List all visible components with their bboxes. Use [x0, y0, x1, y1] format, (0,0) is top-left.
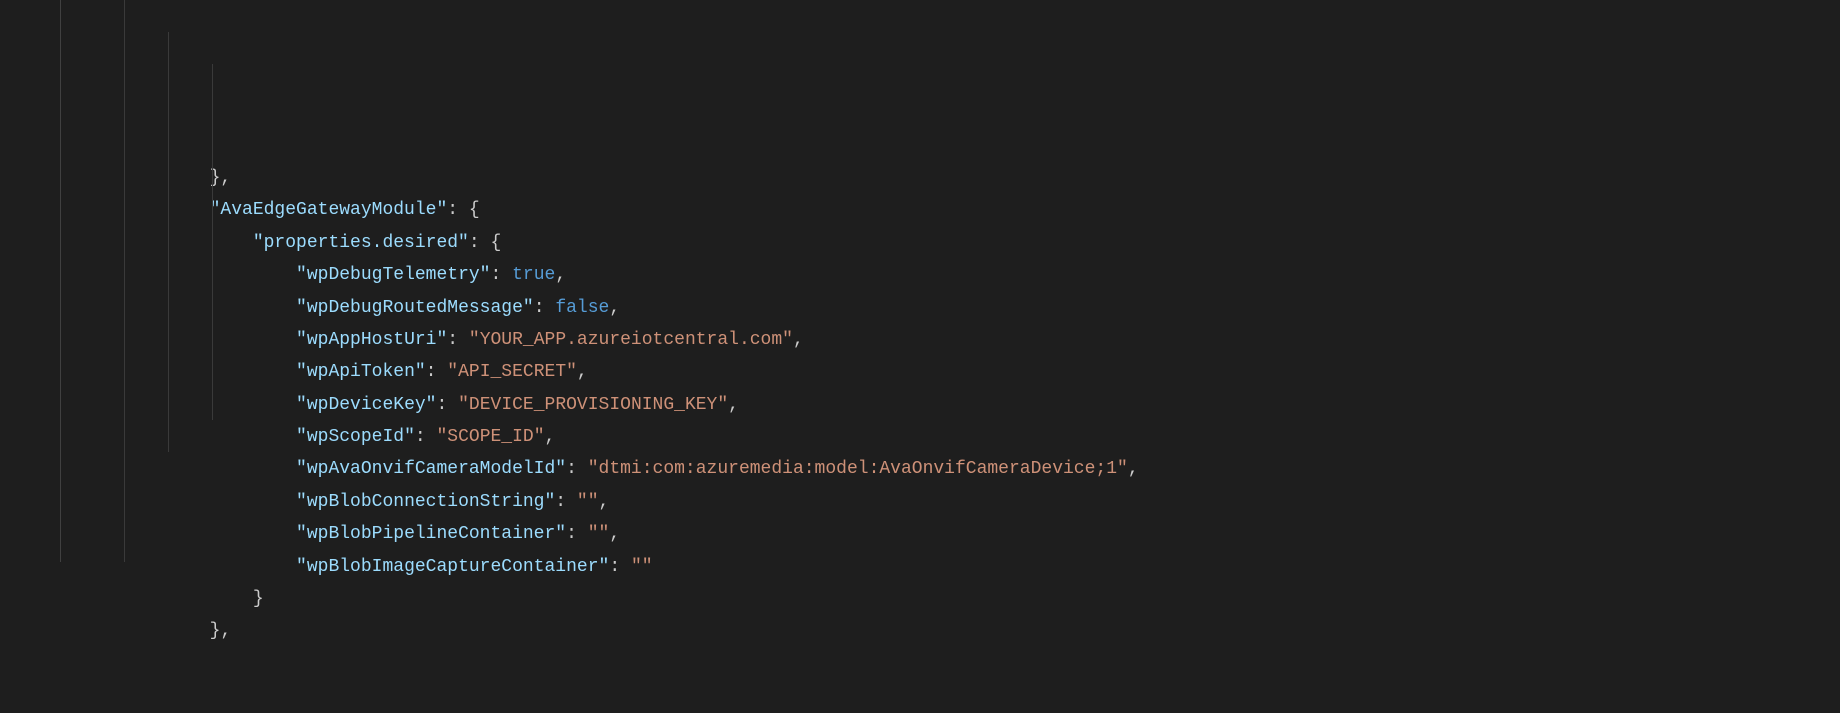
json-value-bool: false [555, 298, 609, 318]
indent-guide-line [212, 64, 213, 420]
json-value-string: "SCOPE_ID" [437, 427, 545, 447]
closing-brace: } [253, 589, 264, 609]
code-line[interactable]: "wpAppHostUri": "YOUR_APP.azureiotcentra… [80, 324, 1840, 356]
json-value-string: "" [577, 492, 599, 512]
json-value-string: "dtmi:com:azuremedia:model:AvaOnvifCamer… [588, 459, 1128, 479]
json-key-properties-desired: "properties.desired" [253, 233, 469, 253]
code-editor[interactable]: }, "AvaEdgeGatewayModule": { "properties… [0, 0, 1840, 562]
closing-brace: } [210, 621, 221, 641]
json-key: "wpDeviceKey" [296, 395, 436, 415]
json-key: "wpDebugTelemetry" [296, 265, 490, 285]
json-key: "wpAppHostUri" [296, 330, 447, 350]
json-value-bool: true [512, 265, 555, 285]
editor-gutter [0, 0, 60, 562]
code-line[interactable]: "wpBlobPipelineContainer": "", [80, 518, 1840, 550]
code-line[interactable]: } [80, 583, 1840, 615]
code-line[interactable]: }, [80, 615, 1840, 647]
json-key-module: "AvaEdgeGatewayModule" [210, 200, 448, 220]
code-line[interactable]: "wpApiToken": "API_SECRET", [80, 356, 1840, 388]
indent-guide-line [168, 32, 169, 452]
code-line[interactable]: "wpDebugTelemetry": true, [80, 259, 1840, 291]
code-line[interactable]: "AvaEdgeGatewayModule": { [80, 194, 1840, 226]
json-value-string: "YOUR_APP.azureiotcentral.com" [469, 330, 793, 350]
json-value-string: "API_SECRET" [447, 362, 577, 382]
code-line[interactable]: "wpAvaOnvifCameraModelId": "dtmi:com:azu… [80, 453, 1840, 485]
code-line[interactable]: "wpBlobImageCaptureContainer": "" [80, 551, 1840, 583]
code-line[interactable]: "wpBlobConnectionString": "", [80, 486, 1840, 518]
json-key: "wpDebugRoutedMessage" [296, 298, 534, 318]
json-key: "wpScopeId" [296, 427, 415, 447]
json-key: "wpAvaOnvifCameraModelId" [296, 459, 566, 479]
json-key: "wpApiToken" [296, 362, 426, 382]
code-line[interactable]: "wpDebugRoutedMessage": false, [80, 292, 1840, 324]
json-value-string: "DEVICE_PROVISIONING_KEY" [458, 395, 728, 415]
code-line[interactable]: "properties.desired": { [80, 227, 1840, 259]
indent-guide-line [124, 0, 125, 562]
code-line[interactable]: "wpScopeId": "SCOPE_ID", [80, 421, 1840, 453]
json-value-string: "" [631, 557, 653, 577]
json-key: "wpBlobImageCaptureContainer" [296, 557, 609, 577]
json-key: "wpBlobConnectionString" [296, 492, 555, 512]
code-line[interactable]: }, [80, 162, 1840, 194]
json-value-string: "" [588, 524, 610, 544]
code-line[interactable]: "wpDeviceKey": "DEVICE_PROVISIONING_KEY"… [80, 389, 1840, 421]
json-key: "wpBlobPipelineContainer" [296, 524, 566, 544]
code-area[interactable]: }, "AvaEdgeGatewayModule": { "properties… [60, 0, 1840, 562]
